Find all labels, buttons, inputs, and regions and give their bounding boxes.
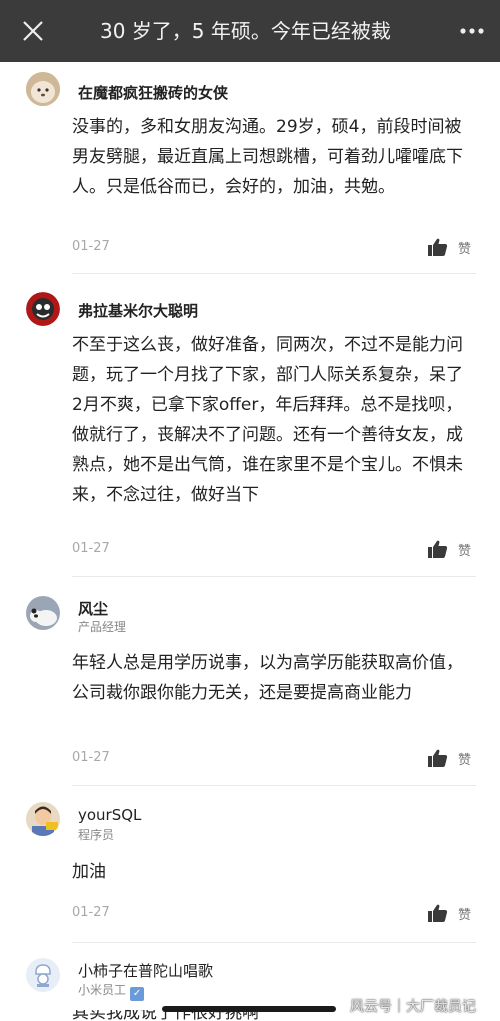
user-role-label: 小米员工 — [78, 983, 127, 997]
more-dots-icon[interactable] — [458, 20, 486, 42]
avatar[interactable] — [26, 958, 60, 992]
watermark: 风云号｜大厂裁员记 — [350, 999, 476, 1015]
user-role: 程序员 — [78, 828, 115, 842]
avatar[interactable] — [26, 72, 60, 106]
divider — [72, 785, 476, 786]
comment-date: 01-27 — [72, 905, 110, 920]
close-icon[interactable] — [18, 16, 48, 46]
comment-text: 年轻人总是用学历说事，以为高学历能获取高价值，公司裁你跟你能力无关，还是要提高商… — [72, 653, 463, 703]
top-bar: 30 岁了，5 年硕。今年已经被裁 — [0, 0, 500, 62]
like-label: 赞 — [458, 908, 472, 923]
thumbs-up-icon — [428, 904, 448, 922]
thumbs-up-icon — [428, 238, 448, 256]
avatar[interactable] — [26, 596, 60, 630]
like-label: 赞 — [458, 753, 472, 768]
like-label: 赞 — [458, 544, 472, 559]
like-label: 赞 — [458, 242, 472, 257]
thumbs-up-icon — [428, 540, 448, 558]
comment-text: 加油 — [72, 862, 106, 882]
comment-date: 01-27 — [72, 239, 110, 254]
user-role: 小米员工 ✓ — [78, 981, 145, 1001]
avatar[interactable] — [26, 292, 60, 326]
username[interactable]: 弗拉基米尔大聪明 — [78, 300, 198, 321]
divider — [72, 576, 476, 577]
username[interactable]: yourSQL — [78, 806, 141, 824]
comment-text: 不至于这么丧，做好准备，同两次，不过不是能力问题，玩了一个月找了下家，部门人际关… — [72, 335, 463, 505]
avatar[interactable] — [26, 802, 60, 836]
divider — [72, 273, 476, 274]
divider — [72, 942, 476, 943]
page-title: 30 岁了，5 年硕。今年已经被裁 — [100, 19, 391, 43]
comment-date: 01-27 — [72, 541, 110, 556]
username[interactable]: 风尘 — [78, 598, 108, 619]
user-role: 产品经理 — [78, 620, 127, 634]
username[interactable]: 在魔都疯狂搬砖的女侠 — [78, 82, 228, 103]
verified-badge-icon: ✓ — [130, 987, 145, 1001]
home-indicator[interactable] — [162, 1006, 336, 1012]
thumbs-up-icon — [428, 749, 448, 767]
username[interactable]: 小柿子在普陀山唱歌 — [78, 960, 213, 981]
comment-date: 01-27 — [72, 750, 110, 765]
comment-text: 没事的，多和女朋友沟通。29岁，硕4，前段时间被男友劈腿，最近直属上司想跳槽，可… — [72, 117, 463, 197]
